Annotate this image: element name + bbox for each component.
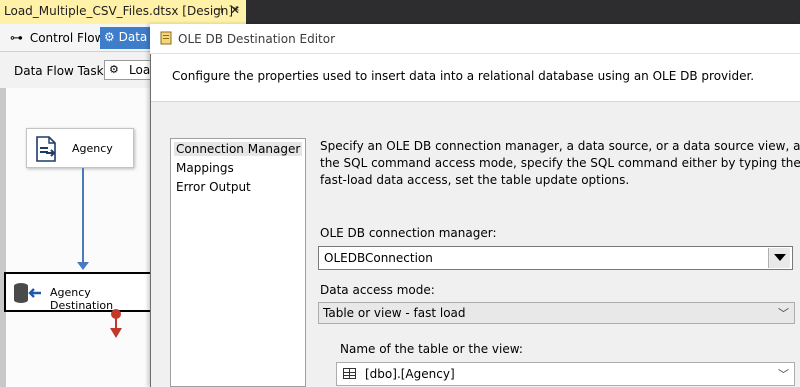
table-icon: [343, 368, 356, 379]
connection-manager-select[interactable]: OLEDBConnection: [318, 246, 793, 270]
error-path-arrowhead: [110, 328, 122, 338]
data-flow-task-label: Data Flow Task:: [14, 64, 108, 78]
data-flow-icon: ⚙: [104, 30, 115, 44]
access-mode-label: Data access mode:: [320, 283, 435, 297]
error-path-handle[interactable]: [111, 309, 121, 319]
tab-data-flow[interactable]: ⚙ Data: [100, 27, 152, 49]
table-name-value: [dbo].[Agency]: [365, 367, 455, 381]
nav-item-connection-manager[interactable]: Connection Manager: [174, 142, 303, 156]
editor-nav-panel: Connection Manager Mappings Error Output: [170, 138, 306, 387]
source-component[interactable]: Agency: [26, 128, 134, 168]
connection-manager-instructions: Specify an OLE DB connection manager, a …: [320, 138, 800, 189]
nav-item-error-output[interactable]: Error Output: [176, 180, 251, 194]
editor-window-icon: [160, 31, 172, 45]
pin-icon[interactable]: ⊣: [213, 3, 223, 16]
table-name-label: Name of the table or the view:: [340, 342, 523, 356]
destination-component-label: Agency Destination: [50, 286, 114, 312]
instructions-line: the SQL command access mode, specify the…: [320, 156, 800, 170]
chevron-down-icon: ﹀: [778, 307, 789, 320]
flat-file-source-icon: [36, 136, 56, 162]
document-tab-title: Load_Multiple_CSV_Files.dtsx [Design]*: [4, 4, 240, 18]
connection-manager-label: OLE DB connection manager:: [320, 226, 497, 240]
instructions-line: Specify an OLE DB connection manager, a …: [320, 139, 800, 153]
editor-description: Configure the properties used to insert …: [172, 69, 755, 83]
close-icon[interactable]: ✕: [230, 3, 240, 17]
tab-data-flow-label: Data: [118, 30, 148, 44]
dropdown-arrow-icon: [774, 254, 786, 261]
tab-control-flow-label: Control Flow: [29, 31, 105, 45]
instructions-line: fast-load data access, set the table upd…: [320, 173, 630, 187]
chevron-down-icon: ﹀: [778, 368, 789, 381]
connection-manager-dropdown-button[interactable]: [768, 248, 790, 268]
editor-title: OLE DB Destination Editor: [178, 32, 336, 46]
source-component-label: Agency: [72, 142, 113, 155]
connection-manager-value: OLEDBConnection: [324, 251, 433, 265]
table-name-select[interactable]: [dbo].[Agency] ﹀: [336, 362, 795, 386]
access-mode-select[interactable]: Table or view - fast load ﹀: [318, 302, 795, 324]
tab-control-flow[interactable]: ⊶ Control Flow: [6, 28, 108, 50]
access-mode-value: Table or view - fast load: [323, 306, 466, 320]
task-icon: ⚙: [109, 63, 119, 76]
nav-item-mappings[interactable]: Mappings: [176, 161, 234, 175]
data-flow-task-select[interactable]: ⚙ Load: [104, 60, 154, 80]
database-destination-icon: [14, 283, 41, 303]
data-path-connector[interactable]: [82, 168, 84, 268]
control-flow-icon: ⊶: [10, 31, 23, 46]
document-tab[interactable]: Load_Multiple_CSV_Files.dtsx [Design]* ⊣…: [0, 0, 246, 24]
destination-component[interactable]: Agency Destination: [4, 272, 152, 312]
data-path-arrowhead: [77, 262, 89, 270]
